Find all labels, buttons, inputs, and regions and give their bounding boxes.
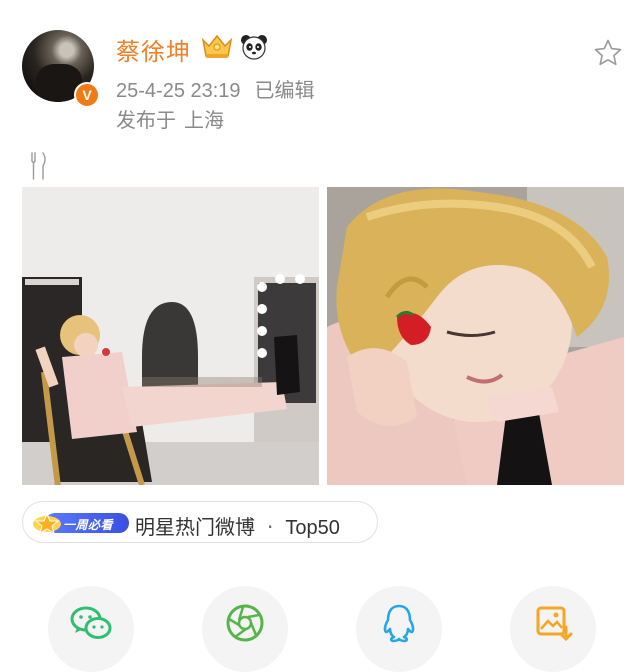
hot-rank-text: 明星热门微博 · Top50 [135, 511, 340, 540]
crown-icon [201, 34, 233, 58]
save-image-icon [536, 606, 573, 642]
verified-badge-icon: V [74, 82, 100, 108]
share-moments-button[interactable] [202, 586, 288, 672]
favorite-star-icon[interactable] [593, 38, 623, 68]
author-name[interactable]: 蔡徐坤 [116, 32, 191, 67]
photo-dressing-room[interactable] [22, 187, 319, 485]
qq-penguin-icon [383, 604, 415, 643]
panda-icon [241, 35, 267, 60]
hot-rank: Top50 [285, 517, 340, 539]
separator-dot: · [267, 515, 274, 539]
photo-strawberry[interactable] [327, 187, 624, 485]
post-meta: 25-4-25 23:19 已编辑 [116, 74, 315, 103]
hot-rank-pill[interactable]: 一周必看 明星热门微博 · Top50 [22, 501, 378, 543]
share-wechat-button[interactable] [48, 586, 134, 672]
author-avatar[interactable]: V [22, 30, 100, 108]
share-qq-button[interactable] [356, 586, 442, 672]
location-prefix: 发布于 [116, 108, 176, 132]
fork-and-knife-icon [31, 152, 46, 180]
dressing-room-scene [22, 187, 319, 485]
post-location: 发布于 上海 [116, 104, 224, 133]
moments-aperture-icon [226, 604, 264, 642]
save-image-button[interactable] [510, 586, 596, 672]
post-timestamp: 25-4-25 23:19 [116, 80, 241, 102]
wechat-icon [70, 606, 112, 639]
badge-text: 一周必看 [63, 518, 114, 532]
location-name[interactable]: 上海 [184, 108, 224, 132]
hot-category: 明星热门微博 [135, 515, 255, 539]
strawberry-scene [327, 187, 624, 485]
edited-label[interactable]: 已编辑 [255, 78, 315, 102]
